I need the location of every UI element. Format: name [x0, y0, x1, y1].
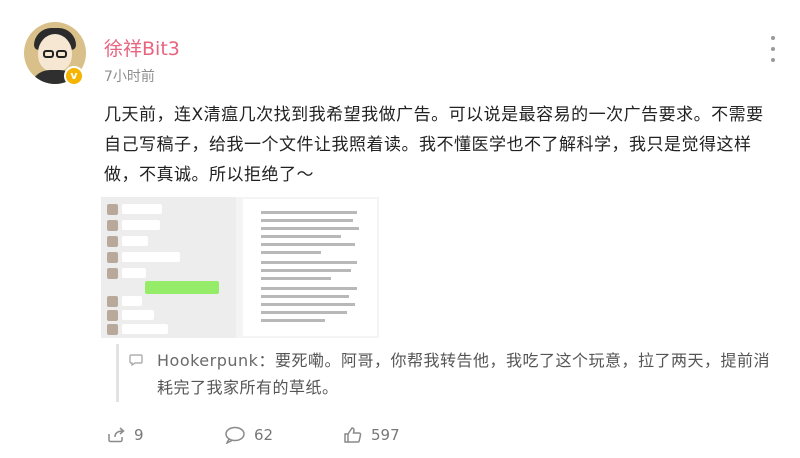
- quoted-comment[interactable]: Hookerpunk：要死嘞。阿哥，你帮我转告他，我吃了这个玩意，拉了两天，提前…: [116, 344, 778, 402]
- post-image[interactable]: [101, 197, 379, 338]
- like-icon: [344, 427, 362, 443]
- post-body: 几天前，连X清瘟几次找到我希望我做广告。可以说是最容易的一次广告要求。不需要自己…: [104, 105, 764, 185]
- document-screenshot: [243, 199, 377, 336]
- repost-button[interactable]: 9: [106, 423, 144, 447]
- chat-screenshot: [101, 197, 236, 338]
- comment-bubble-icon: [129, 354, 143, 370]
- repost-count: 9: [134, 426, 144, 444]
- comment-count: 62: [254, 426, 274, 444]
- verified-badge-icon: v: [64, 66, 84, 86]
- like-count: 597: [371, 426, 400, 444]
- comment-author[interactable]: Hookerpunk: [157, 351, 258, 370]
- username[interactable]: 徐祥Bit3: [104, 34, 180, 61]
- like-button[interactable]: 597: [343, 423, 400, 447]
- post-timestamp: 7小时前: [104, 69, 155, 85]
- more-vertical-icon[interactable]: [770, 36, 776, 62]
- repost-icon: [108, 427, 125, 443]
- comment-button[interactable]: 62: [224, 423, 273, 447]
- comment-icon: [225, 426, 245, 444]
